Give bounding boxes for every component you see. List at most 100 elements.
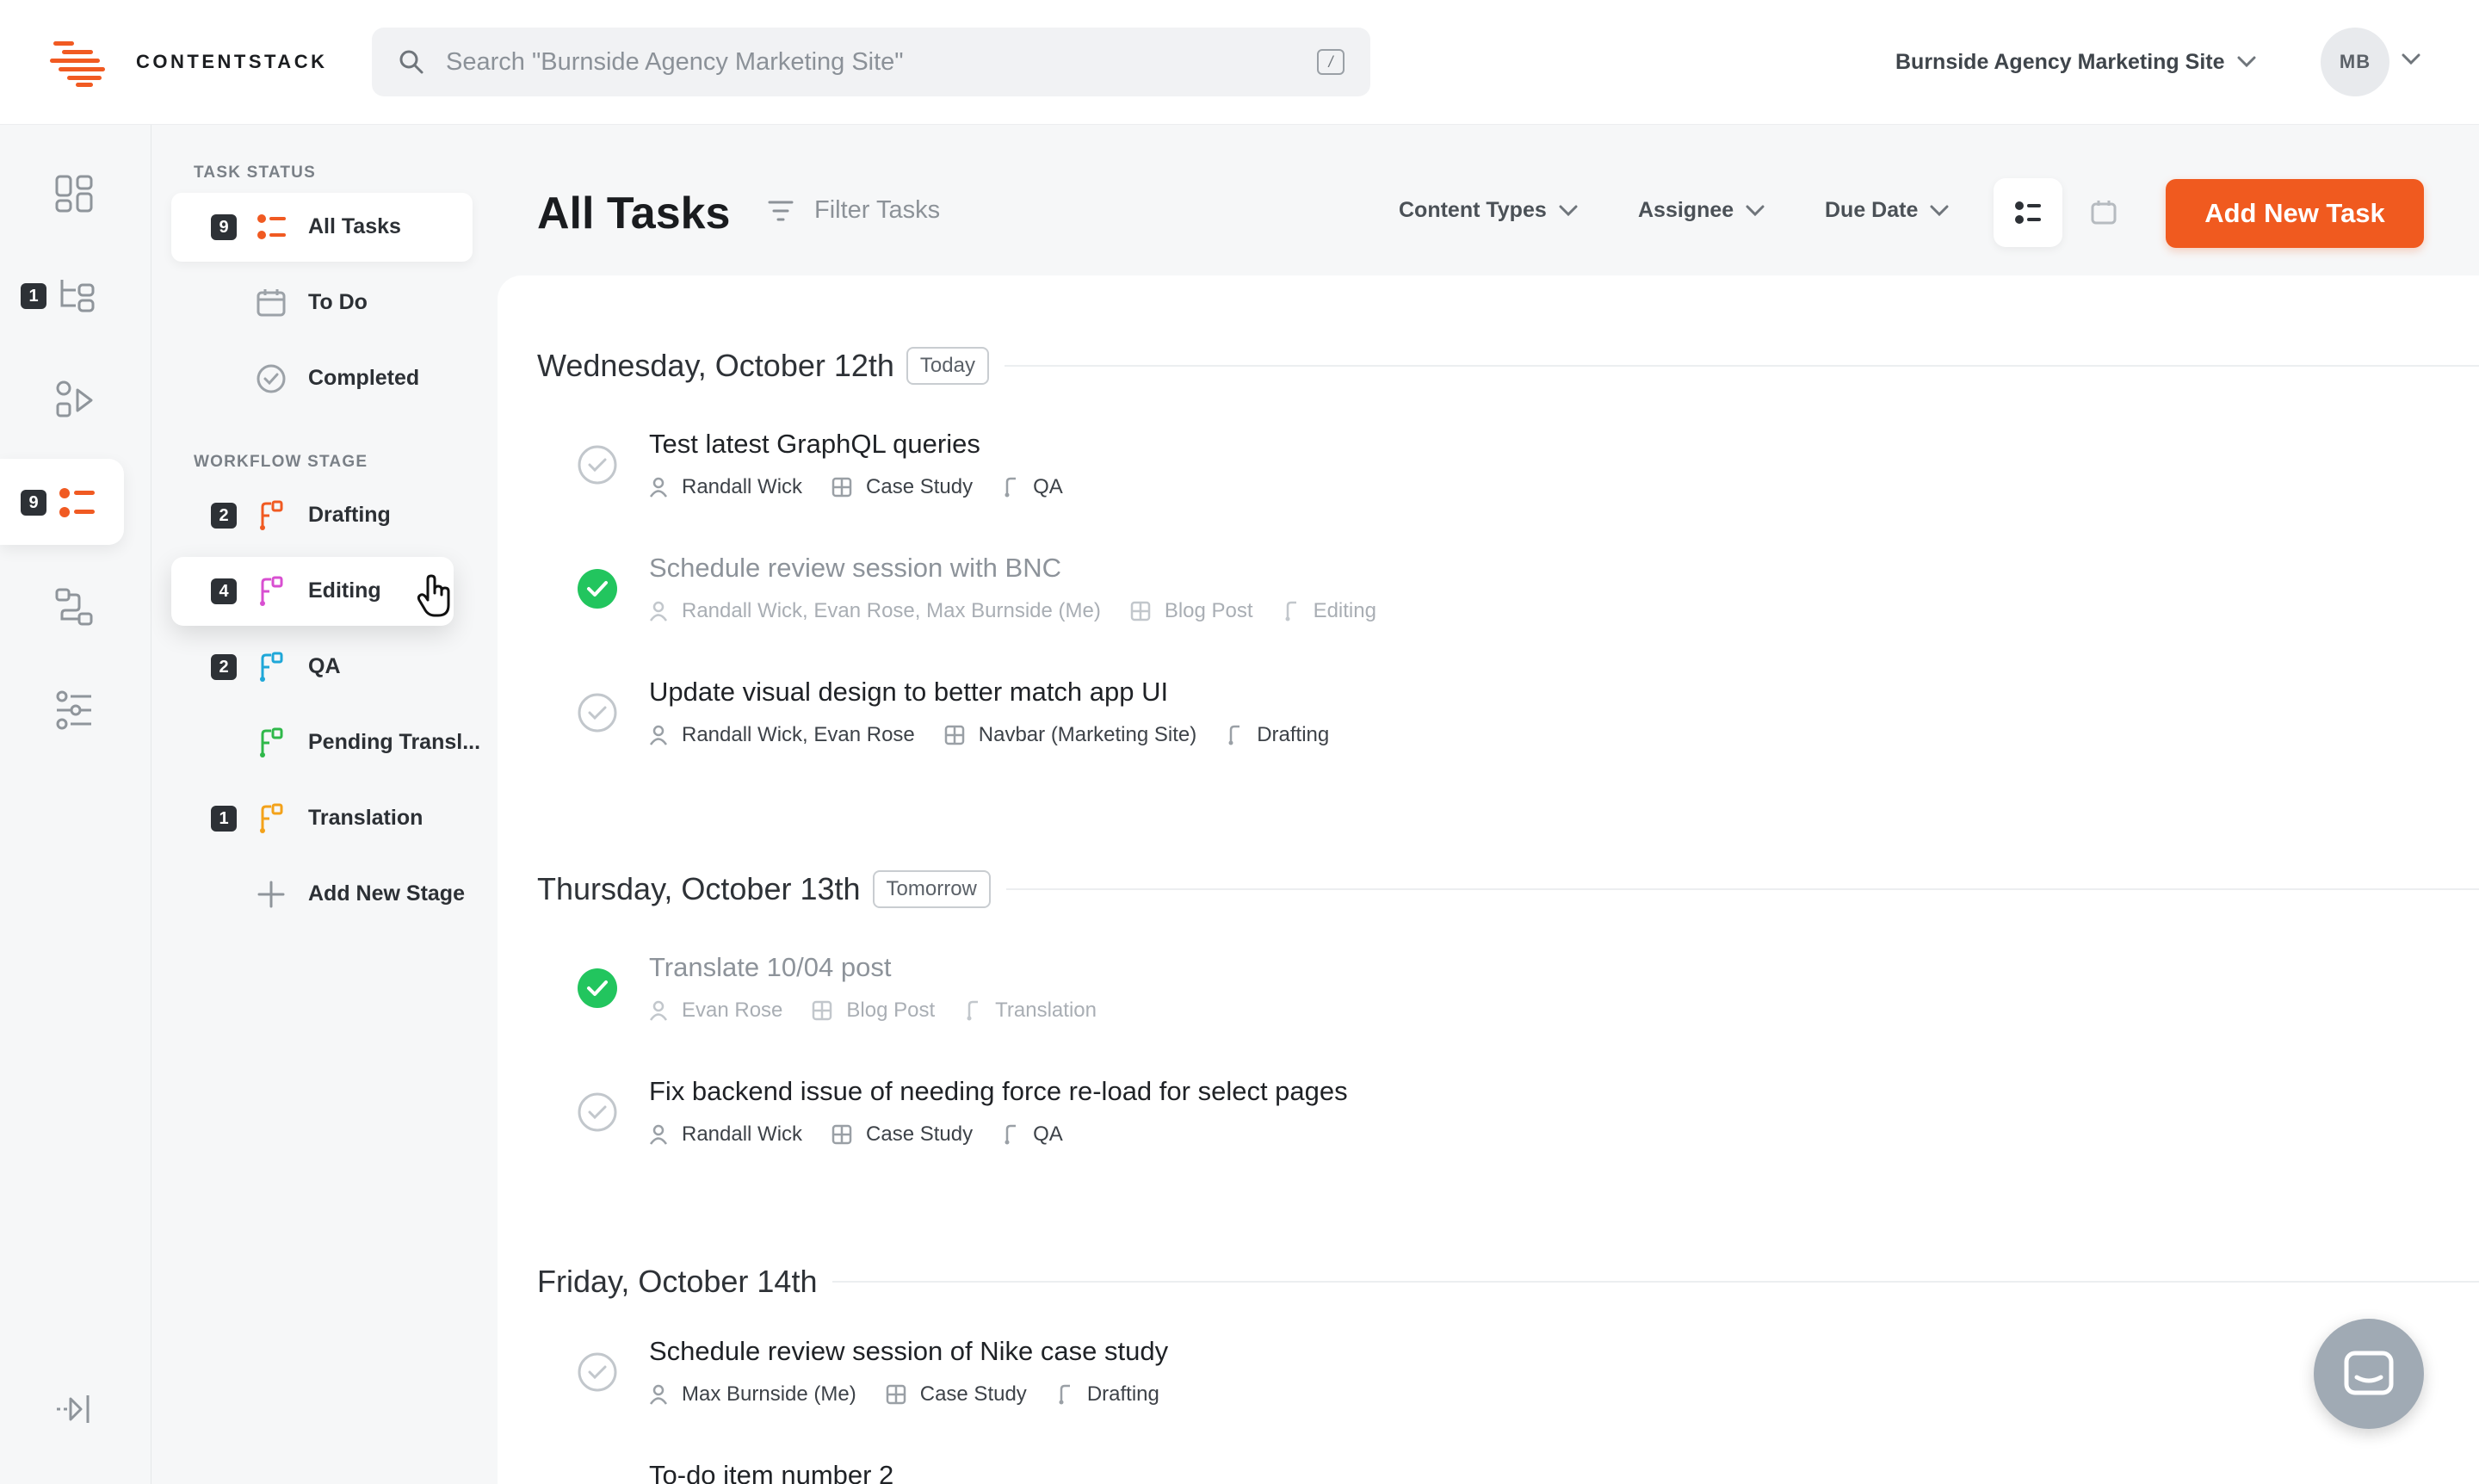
stage-count: 2 [211, 503, 237, 529]
stage-pending-translation[interactable]: Pending Transl... [171, 708, 480, 777]
top-bar: CONTENTSTACK / Burnside Agency Marketing… [0, 0, 2479, 125]
stage-icon [1005, 1124, 1017, 1145]
list-view-button[interactable] [1994, 178, 2062, 247]
task-item[interactable]: Test latest GraphQL queries Randall Wick… [577, 420, 2384, 523]
stage-count: 4 [211, 578, 237, 604]
tasks-icon [59, 488, 95, 517]
stage-editing[interactable]: 4 Editing [171, 557, 454, 626]
day-header: Wednesday, October 12th Today [537, 340, 2479, 392]
add-new-stage-button[interactable]: Add New Stage [171, 860, 473, 929]
unchecked-circle-icon[interactable] [577, 444, 618, 485]
filter-tasks[interactable]: Filter Tasks [768, 196, 940, 225]
left-rail: 1 9 [0, 125, 151, 1484]
user-icon [649, 1124, 668, 1145]
avatar[interactable]: MB [2321, 28, 2389, 96]
calendar-view-button[interactable] [2069, 178, 2138, 247]
task-meta: Randall Wick Case Study QA [649, 1122, 1092, 1147]
dropdown-label: Assignee [1638, 198, 1734, 222]
task-item[interactable]: Update visual design to better match app… [577, 668, 2384, 771]
stage-qa[interactable]: 2 QA [171, 633, 473, 702]
entries-tree-icon [60, 280, 95, 312]
search-bar[interactable]: / [372, 28, 1370, 96]
day-header: Thursday, October 13th Tomorrow [537, 863, 2479, 915]
status-to-do[interactable]: To Do [171, 269, 473, 337]
task-title[interactable]: Fix backend issue of needing force re-lo… [649, 1076, 1348, 1107]
checked-circle-icon[interactable] [577, 968, 618, 1009]
task-item[interactable]: Translate 10/04 post Evan Rose Blog Post… [577, 943, 2384, 1047]
stage-icon [1059, 1384, 1070, 1405]
stack-selector[interactable]: Burnside Agency Marketing Site [1895, 43, 2256, 81]
plus-icon [257, 881, 285, 908]
chat-support-button[interactable] [2314, 1319, 2424, 1429]
task-item[interactable]: Schedule review session of Nike case stu… [577, 1327, 2384, 1431]
settings-sliders-icon [56, 690, 91, 730]
task-meta: Randall Wick, Evan Rose, Max Burnside (M… [649, 599, 1406, 623]
task-status-heading: TASK STATUS [194, 164, 316, 182]
rail-tasks[interactable]: 9 [0, 459, 124, 545]
task-title[interactable]: Translate 10/04 post [649, 952, 891, 983]
add-new-task-button[interactable]: Add New Task [2166, 179, 2424, 248]
collapse-sidebar-icon [57, 1395, 90, 1423]
user-icon [649, 1384, 668, 1405]
task-item[interactable]: To-do item number 2 [577, 1451, 2384, 1484]
workflow-stage-heading: WORKFLOW STAGE [194, 453, 368, 471]
user-icon [649, 1000, 668, 1021]
unchecked-circle-icon[interactable] [577, 1351, 618, 1393]
stage-label: QA [308, 654, 341, 678]
content-types-dropdown[interactable]: Content Types [1399, 198, 1578, 223]
task-assignee: Max Burnside (Me) [682, 1382, 856, 1406]
status-label: Completed [308, 366, 420, 390]
chevron-down-icon[interactable] [2402, 53, 2420, 65]
rail-settings[interactable] [0, 665, 151, 751]
stage-label: Drafting [308, 503, 391, 527]
chat-icon [2344, 1351, 2394, 1395]
rail-entries[interactable]: 1 [0, 252, 151, 338]
task-item[interactable]: Schedule review session with BNC Randall… [577, 544, 2384, 647]
calendar-icon [257, 289, 286, 317]
content-type-icon [831, 1124, 852, 1145]
divider [1005, 888, 2479, 890]
page-title: All Tasks [537, 189, 731, 238]
user-icon [649, 477, 668, 498]
status-label: All Tasks [308, 214, 401, 238]
stage-drafting[interactable]: 2 Drafting [171, 481, 473, 550]
status-label: To Do [308, 290, 368, 314]
unchecked-circle-icon[interactable] [577, 692, 618, 733]
checked-circle-icon[interactable] [577, 568, 618, 609]
task-title[interactable]: Test latest GraphQL queries [649, 429, 980, 460]
unchecked-circle-icon[interactable] [577, 1091, 618, 1133]
status-all-tasks[interactable]: 9 All Tasks [171, 193, 473, 262]
rail-dashboard[interactable] [0, 149, 151, 235]
task-title[interactable]: Schedule review session with BNC [649, 553, 1061, 584]
status-completed[interactable]: Completed [171, 344, 473, 413]
search-icon [399, 50, 423, 74]
content-type-icon [944, 725, 965, 745]
task-stage: Translation [995, 999, 1097, 1022]
filter-placeholder: Filter Tasks [814, 196, 941, 224]
task-meta: Max Burnside (Me) Case Study Drafting [649, 1382, 1189, 1407]
check-circle-icon [257, 364, 286, 393]
day-header: Friday, October 14th [537, 1256, 2479, 1308]
stage-translation[interactable]: 1 Translation [171, 784, 473, 853]
task-stage: QA [1033, 1122, 1063, 1146]
day-date: Thursday, October 13th [537, 871, 861, 906]
chevron-down-icon [1930, 205, 1949, 216]
stage-label: Editing [308, 578, 381, 603]
stage-icon [1005, 477, 1017, 498]
task-title[interactable]: Schedule review session of Nike case stu… [649, 1336, 1168, 1367]
assignee-dropdown[interactable]: Assignee [1638, 198, 1765, 223]
rail-collapse[interactable] [0, 1364, 151, 1450]
due-date-dropdown[interactable]: Due Date [1825, 198, 1949, 223]
list-view-icon [2015, 201, 2041, 224]
task-title[interactable]: To-do item number 2 [649, 1460, 893, 1484]
chevron-down-icon [1559, 205, 1578, 216]
task-title[interactable]: Update visual design to better match app… [649, 677, 1168, 708]
logo[interactable]: CONTENTSTACK [50, 38, 327, 87]
task-item[interactable]: Fix backend issue of needing force re-lo… [577, 1067, 2384, 1171]
task-filter-panel: TASK STATUS 9 All Tasks To Do Completed … [152, 125, 497, 1484]
rail-releases[interactable] [0, 356, 151, 442]
task-list: Wednesday, October 12th Today Test lates… [498, 275, 2479, 1484]
search-input[interactable] [446, 43, 1307, 81]
rail-workflows[interactable] [0, 562, 151, 648]
task-assignee: Randall Wick, Evan Rose, Max Burnside (M… [682, 599, 1101, 622]
